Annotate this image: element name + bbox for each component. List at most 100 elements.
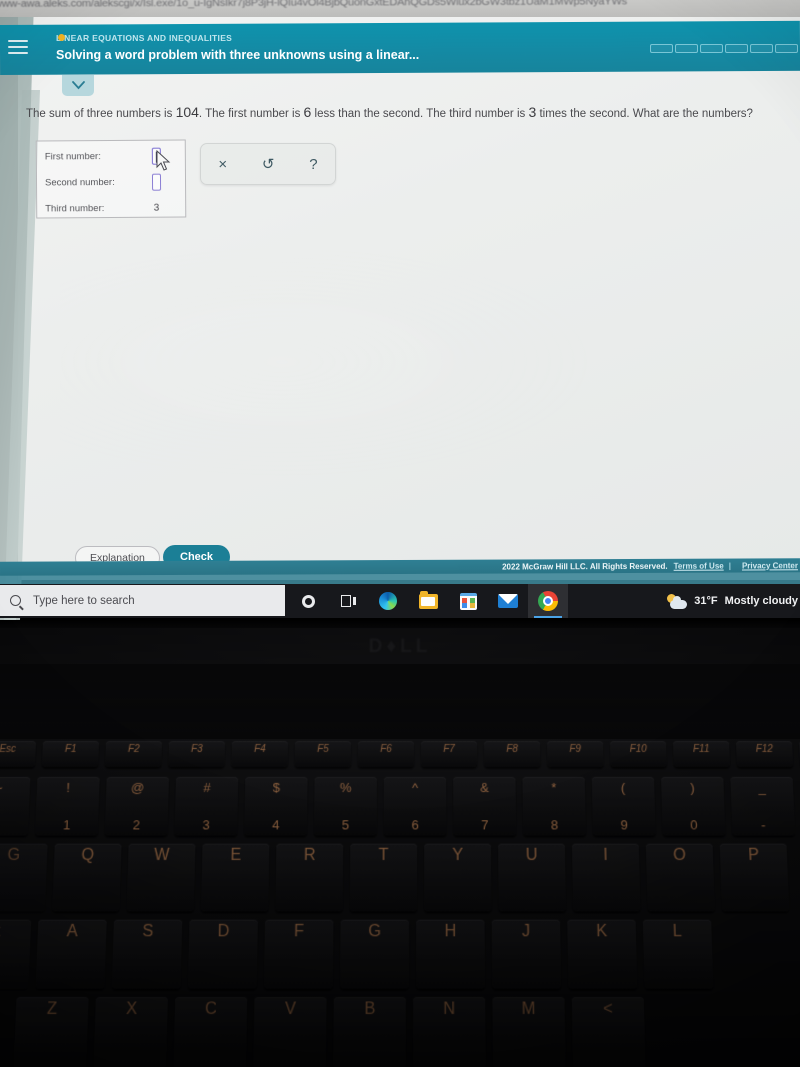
keyboard-key[interactable]: E [200, 843, 270, 912]
topic-kicker: LINEAR EQUATIONS AND INEQUALITIES [56, 33, 233, 43]
keyboard-bottom-row: Z X C V B N M < [13, 997, 646, 1067]
keyboard-key[interactable]: ! 1 [34, 776, 100, 836]
keyboard-key[interactable]: H [416, 919, 486, 989]
keyboard-key[interactable]: I [571, 843, 641, 912]
keyboard-key[interactable]: K [567, 919, 638, 989]
progress-segment [675, 44, 698, 53]
keyboard-key[interactable]: U [498, 843, 567, 912]
weather-temperature: 31°F [694, 595, 718, 607]
progress-segment [725, 44, 748, 53]
problem-total: 104 [175, 104, 199, 120]
keyboard-key[interactable]: @2 [104, 776, 169, 836]
keyboard-key[interactable]: J [491, 919, 562, 989]
topic-status-dot-icon [58, 34, 65, 41]
keyboard-key[interactable]: $4 [244, 776, 308, 836]
keyboard-qwerty-row: GQWERTYUIOP [0, 843, 790, 912]
second-number-input[interactable] [151, 173, 162, 191]
keyboard-key[interactable]: F8 [484, 741, 541, 767]
keyboard-key[interactable]: _ - [730, 776, 796, 836]
search-input[interactable]: Type here to search [0, 585, 285, 616]
keyboard-key[interactable]: F3 [168, 741, 225, 767]
keyboard-key[interactable]: D [187, 919, 258, 989]
problem-statement: The sum of three numbers is 104. The fir… [26, 103, 786, 123]
keyboard-key[interactable]: F7 [421, 741, 478, 767]
taskbar-icon-group [288, 584, 568, 618]
keyboard-key[interactable]: F9 [547, 741, 604, 767]
edge-icon[interactable] [368, 584, 408, 618]
expander-toggle[interactable] [62, 75, 94, 96]
keyboard-key[interactable]: #3 [174, 776, 239, 836]
keyboard-key[interactable]: k [0, 919, 32, 989]
keyboard-key[interactable]: W [126, 843, 196, 912]
keyboard-key[interactable]: ) 0 [661, 776, 726, 836]
privacy-center-link[interactable]: Privacy Center [742, 561, 798, 570]
cortana-icon[interactable] [288, 584, 328, 618]
keyboard-key[interactable]: Q [52, 843, 122, 912]
keyboard-key[interactable]: % 5 [313, 776, 377, 836]
chevron-down-icon [71, 81, 85, 90]
microsoft-store-icon[interactable] [448, 584, 488, 618]
keyboard-key[interactable]: F4 [231, 741, 288, 767]
mail-icon[interactable] [488, 584, 528, 618]
windows-taskbar: Type here to search 31°F Mostly cloudy [0, 584, 800, 618]
keyboard-key[interactable]: (9 [591, 776, 656, 836]
progress-segment [750, 44, 773, 53]
keyboard-key[interactable]: T [349, 843, 418, 912]
keyboard-key[interactable]: B [333, 997, 406, 1067]
keyboard-key[interactable]: A [35, 919, 107, 989]
page-title: Solving a word problem with three unknow… [56, 48, 420, 62]
keyboard-key[interactable]: F11 [673, 741, 730, 767]
keyboard-key[interactable]: Y [424, 843, 492, 912]
problem-part-2: . The first number is [198, 108, 304, 120]
weather-condition: Mostly cloudy [724, 595, 798, 607]
keyboard-key[interactable]: M [492, 997, 566, 1067]
weather-widget[interactable]: 31°F Mostly cloudy [667, 584, 800, 618]
clear-button[interactable]: × [212, 155, 233, 174]
keyboard-key[interactable]: < [571, 997, 646, 1067]
keyboard-key[interactable]: F1 [41, 741, 99, 767]
file-explorer-icon[interactable] [408, 584, 448, 618]
keyboard-key[interactable]: N [413, 997, 486, 1067]
first-number-label: First number: [44, 150, 101, 162]
keyboard-key[interactable]: F6 [357, 741, 415, 767]
hamburger-menu-icon[interactable] [8, 40, 28, 56]
keyboard-key[interactable]: O [645, 843, 715, 912]
keyboard-key[interactable]: Z [13, 997, 89, 1067]
keyboard-key[interactable]: V [253, 997, 327, 1067]
keyboard-key[interactable]: C [173, 997, 248, 1067]
browser-address-bar[interactable]: www-awa.aleks.com/alekscgi/x/Isl.exe/1o_… [0, 0, 800, 17]
answer-row-third: Third number: 3 [45, 196, 183, 219]
task-view-icon[interactable] [328, 584, 368, 618]
keyboard-key[interactable]: * 8 [522, 776, 586, 836]
keyboard-key[interactable]: F2 [105, 741, 162, 767]
keyboard-key[interactable]: X [93, 997, 168, 1067]
keyboard-key[interactable]: G [0, 843, 48, 912]
mouse-cursor-icon [156, 150, 171, 171]
keyboard-key[interactable]: L [642, 919, 714, 989]
laptop-keyboard: EscF1F2F3F4F5F6F7F8F9F10F11F12PrtSc ~`!1… [0, 741, 800, 1067]
keyboard-key[interactable]: P [719, 843, 790, 912]
third-number-label: Third number: [45, 202, 105, 214]
keyboard-key[interactable]: R [275, 843, 344, 912]
progress-segment [700, 44, 723, 53]
answer-row-second: Second number: [45, 170, 183, 193]
keyboard-key[interactable]: ~` [0, 776, 31, 836]
keyboard-key[interactable]: & 7 [453, 776, 517, 836]
partly-cloudy-night-icon [667, 593, 688, 609]
keyboard-key[interactable]: F12 [736, 741, 794, 767]
keyboard-key[interactable]: F [263, 919, 334, 989]
keyboard-key[interactable]: F10 [610, 741, 667, 767]
keyboard-key[interactable]: Esc [0, 741, 36, 767]
third-number-value: 3 [153, 202, 160, 214]
keyboard-key[interactable]: G [340, 919, 409, 989]
keyboard-number-row: ~`!1@2#3$4%5^6&7*8(9)0_- [0, 776, 796, 836]
web-page-canvas [18, 17, 800, 580]
help-button[interactable]: ? [303, 155, 323, 174]
undo-button[interactable]: ↺ [256, 155, 281, 174]
keyboard-key[interactable]: S [111, 919, 183, 989]
chrome-icon[interactable] [528, 584, 568, 618]
progress-tracker [650, 44, 798, 53]
keyboard-key[interactable]: F5 [294, 741, 351, 767]
keyboard-key[interactable]: ^ 6 [383, 776, 447, 836]
terms-of-use-link[interactable]: Terms of Use [674, 561, 724, 570]
